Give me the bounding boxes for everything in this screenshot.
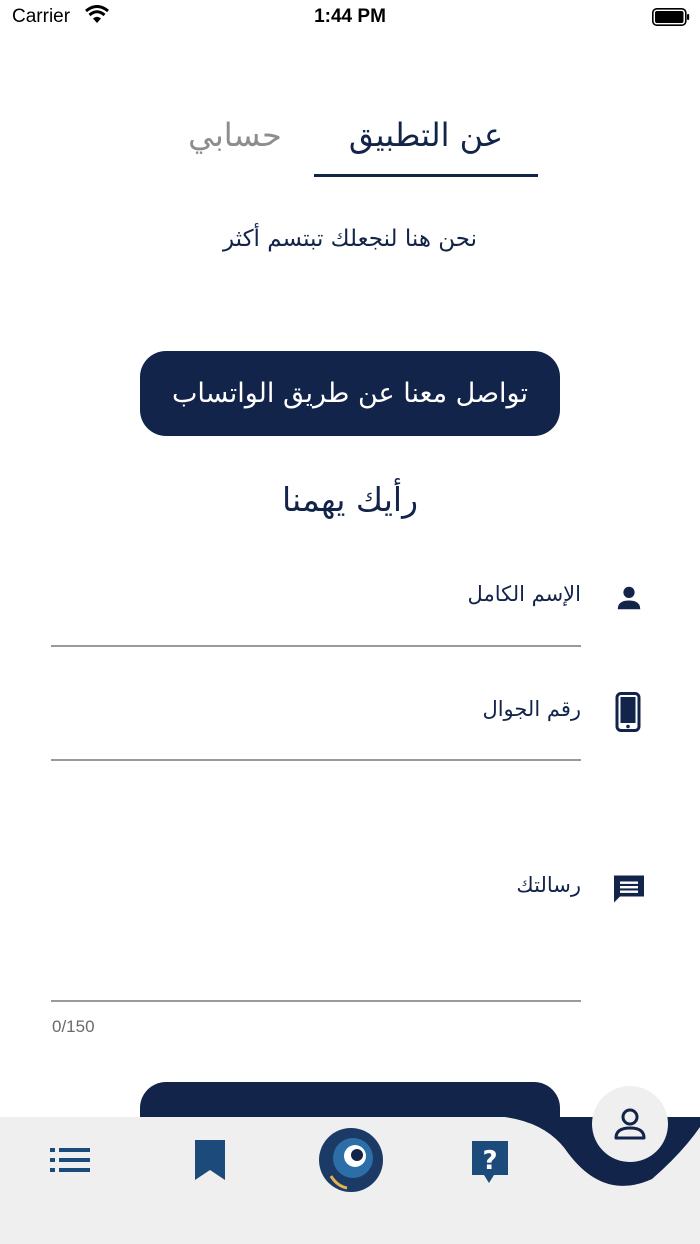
message-char-counter: 0/150 xyxy=(52,1017,95,1036)
app-logo[interactable] xyxy=(317,1126,385,1194)
message-underline xyxy=(51,1000,581,1002)
mobile-underline xyxy=(51,759,581,761)
active-tab-indicator xyxy=(314,174,538,177)
tagline: نحن هنا لنجعلك تبتسم أكثر xyxy=(222,226,478,252)
tab-about-app[interactable]: عن التطبيق xyxy=(314,116,538,154)
help-icon[interactable]: ? xyxy=(470,1139,510,1185)
svg-text:?: ? xyxy=(482,1146,497,1176)
segment-tabs: عن التطبيق حسابي xyxy=(0,110,700,180)
clock: 1:44 PM xyxy=(314,6,386,27)
tab-my-account[interactable]: حسابي xyxy=(160,116,310,154)
full-name-field[interactable]: الإسم الكامل xyxy=(468,582,581,606)
feedback-heading: رأيك يهمنا xyxy=(281,480,419,519)
message-icon xyxy=(614,875,644,903)
message-field[interactable]: رسالتك xyxy=(516,873,581,897)
whatsapp-contact-button[interactable]: تواصل معنا عن طريق الواتساب xyxy=(140,351,560,436)
account-fab[interactable] xyxy=(592,1086,668,1162)
full-name-underline xyxy=(51,645,581,647)
status-bar: Carrier 1:44 PM xyxy=(0,0,700,36)
account-icon xyxy=(614,1108,646,1140)
phone-icon xyxy=(615,692,641,732)
list-icon[interactable] xyxy=(50,1148,90,1172)
battery-icon xyxy=(652,8,690,26)
mobile-field[interactable]: رقم الجوال xyxy=(482,697,581,721)
person-icon xyxy=(617,586,641,610)
bookmark-icon[interactable] xyxy=(195,1140,225,1180)
